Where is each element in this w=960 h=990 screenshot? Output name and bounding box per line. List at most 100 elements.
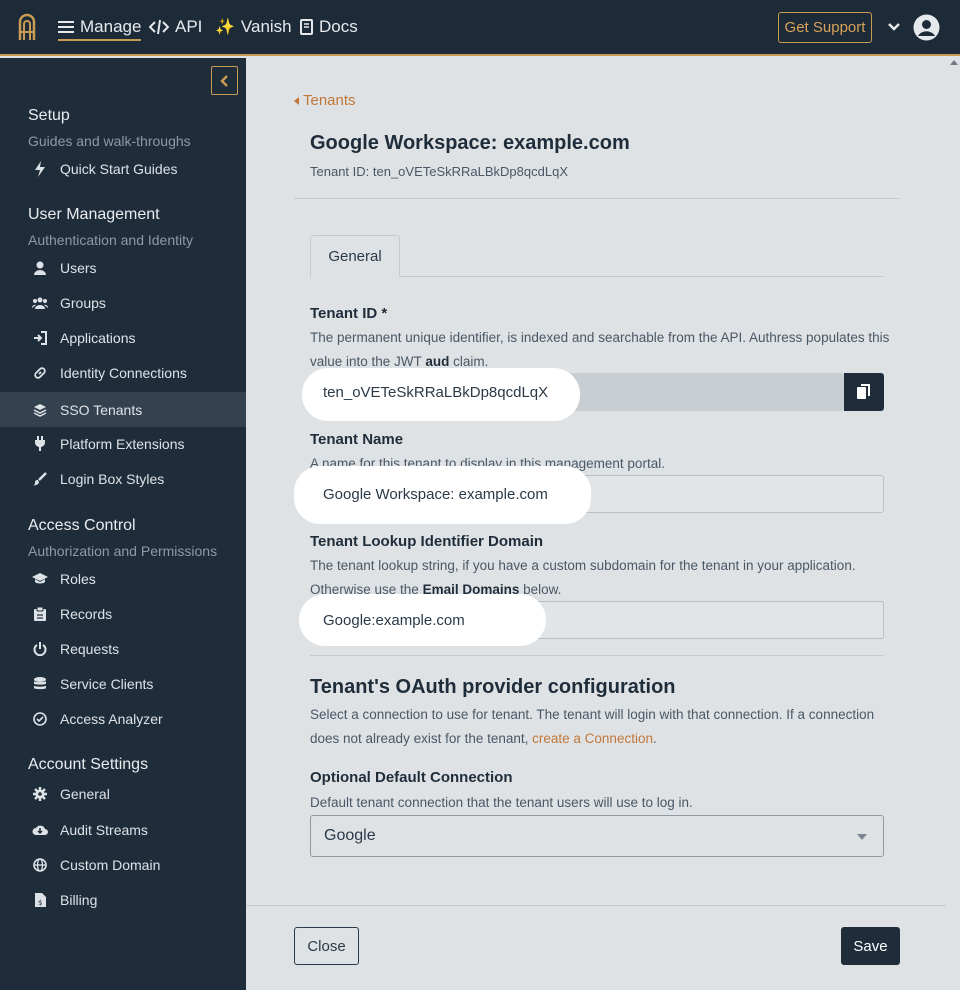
power-icon bbox=[32, 641, 48, 657]
sidebar-item-billing[interactable]: $ Billing bbox=[0, 882, 246, 917]
nav-vanish-label: Vanish bbox=[240, 17, 292, 36]
sidebar-item-label: Requests bbox=[60, 640, 120, 657]
sidebar-item-quick-start-guides[interactable]: Quick Start Guides bbox=[0, 151, 246, 186]
sidebar-item-requests[interactable]: Requests bbox=[0, 631, 246, 666]
sidebar-item-label: Users bbox=[60, 259, 97, 276]
graduation-cap-icon bbox=[32, 571, 48, 587]
sidebar-item-applications[interactable]: Applications bbox=[0, 320, 246, 355]
layers-icon bbox=[32, 402, 48, 418]
back-to-tenants-link[interactable]: Tenants bbox=[294, 92, 356, 109]
sidebar-item-general[interactable]: General bbox=[0, 776, 246, 811]
tenant-id-description: The permanent unique identifier, is inde… bbox=[310, 330, 890, 369]
chevron-left-icon bbox=[219, 74, 228, 87]
section-subtitle-user-management: Authentication and Identity bbox=[28, 232, 194, 248]
sidebar-item-label: SSO Tenants bbox=[60, 401, 143, 418]
user-icon bbox=[32, 260, 48, 276]
plug-icon bbox=[32, 436, 48, 452]
sidebar-item-label: Records bbox=[60, 605, 113, 622]
page-title: Google Workspace: example.com bbox=[310, 132, 630, 154]
sidebar-item-groups[interactable]: Groups bbox=[0, 285, 246, 320]
header-divider bbox=[294, 198, 900, 199]
authress-logo-icon[interactable] bbox=[16, 13, 38, 41]
nav-docs[interactable]: Docs bbox=[300, 15, 358, 39]
save-button[interactable]: Save bbox=[841, 927, 900, 965]
nav-manage-label: Manage bbox=[80, 17, 142, 36]
section-title-setup: Setup bbox=[28, 107, 70, 124]
sidebar-item-roles[interactable]: Roles bbox=[0, 561, 246, 596]
gear-icon bbox=[32, 786, 48, 802]
default-connection-description: Default tenant connection that the tenan… bbox=[310, 795, 693, 810]
page-subtitle: Tenant ID: ten_oVETeSkRRaLBkDp8qcdLqX bbox=[310, 164, 568, 179]
check-circle-icon bbox=[32, 711, 48, 727]
sidebar-item-label: Identity Connections bbox=[60, 364, 187, 381]
nav-manage[interactable]: Manage bbox=[58, 15, 142, 41]
sidebar-item-records[interactable]: Records bbox=[0, 596, 246, 631]
book-icon bbox=[300, 19, 313, 35]
sidebar-item-label: Groups bbox=[60, 294, 106, 311]
oauth-config-heading: Tenant's OAuth provider configuration bbox=[310, 676, 676, 698]
caret-left-icon bbox=[294, 96, 299, 105]
sidebar-item-login-box-styles[interactable]: Login Box Styles bbox=[0, 461, 246, 496]
cloud-download-icon bbox=[32, 822, 48, 838]
oauth-config-description: Select a connection to use for tenant. T… bbox=[310, 707, 875, 746]
section-divider bbox=[310, 655, 884, 656]
tab-general[interactable]: General bbox=[310, 235, 400, 277]
section-title-account-settings: Account Settings bbox=[28, 756, 149, 773]
main-content: Tenants Google Workspace: example.com Te… bbox=[246, 58, 960, 990]
bolt-icon bbox=[32, 160, 48, 177]
tenant-id-label: Tenant ID * bbox=[310, 305, 388, 322]
tabs-divider bbox=[400, 276, 884, 277]
chevron-down-icon[interactable] bbox=[887, 20, 901, 34]
user-avatar-icon[interactable] bbox=[913, 14, 940, 41]
default-connection-select[interactable]: Google bbox=[310, 815, 884, 857]
link-icon bbox=[32, 365, 48, 381]
default-connection-label: Optional Default Connection bbox=[310, 769, 513, 786]
sidebar-item-access-analyzer[interactable]: Access Analyzer bbox=[0, 701, 246, 736]
sidebar-item-platform-extensions[interactable]: Platform Extensions bbox=[0, 426, 246, 461]
users-icon bbox=[32, 295, 48, 311]
sign-in-icon bbox=[32, 330, 48, 346]
caret-down-icon bbox=[857, 834, 867, 840]
get-support-button[interactable]: Get Support bbox=[778, 12, 872, 43]
nav-api-label: API bbox=[175, 17, 203, 36]
sidebar-item-service-clients[interactable]: Service Clients bbox=[0, 666, 246, 701]
back-link-label: Tenants bbox=[303, 92, 356, 109]
sidebar-item-custom-domain[interactable]: Custom Domain bbox=[0, 847, 246, 882]
sidebar-item-sso-tenants[interactable]: SSO Tenants bbox=[0, 392, 246, 427]
sidebar-item-label: Quick Start Guides bbox=[60, 160, 178, 177]
database-icon bbox=[32, 676, 48, 692]
sidebar-item-label: Platform Extensions bbox=[60, 435, 185, 452]
scrollbar-up-arrow[interactable] bbox=[950, 60, 958, 65]
tenant-name-label: Tenant Name bbox=[310, 431, 404, 448]
lookup-domain-value: Google:example.com bbox=[323, 612, 465, 629]
create-connection-link[interactable]: create a Connection bbox=[532, 731, 653, 746]
sidebar-item-label: Roles bbox=[60, 570, 96, 587]
close-button[interactable]: Close bbox=[294, 927, 359, 965]
sidebar-item-label: Login Box Styles bbox=[60, 470, 165, 487]
copy-tenant-id-button[interactable] bbox=[844, 373, 884, 411]
default-connection-value: Google bbox=[324, 827, 376, 844]
nav-api[interactable]: API bbox=[149, 15, 202, 39]
copy-icon bbox=[857, 384, 870, 399]
sidebar-item-label: Applications bbox=[60, 329, 136, 346]
sidebar-item-audit-streams[interactable]: Audit Streams bbox=[0, 812, 246, 847]
sidebar-item-label: Custom Domain bbox=[60, 856, 161, 873]
globe-icon bbox=[32, 857, 48, 873]
section-subtitle-setup: Guides and walk-throughs bbox=[28, 133, 191, 149]
sidebar: Setup Guides and walk-throughs Quick Sta… bbox=[0, 58, 246, 990]
sidebar-item-label: Audit Streams bbox=[60, 821, 148, 838]
sidebar-item-label: Access Analyzer bbox=[60, 710, 163, 727]
brush-icon bbox=[32, 471, 48, 487]
collapse-sidebar-button[interactable] bbox=[211, 66, 238, 95]
sidebar-item-label: Billing bbox=[60, 891, 98, 908]
sidebar-item-identity-connections[interactable]: Identity Connections bbox=[0, 355, 246, 390]
sidebar-item-users[interactable]: Users bbox=[0, 250, 246, 285]
top-navbar: Manage API ✨ Vanish Docs Get Support bbox=[0, 0, 960, 56]
svg-text:$: $ bbox=[38, 899, 42, 907]
sidebar-item-label: General bbox=[60, 785, 110, 802]
hamburger-icon bbox=[58, 20, 74, 34]
sparkles-icon: ✨ bbox=[215, 19, 235, 36]
nav-vanish[interactable]: ✨ Vanish bbox=[215, 15, 292, 39]
section-subtitle-access-control: Authorization and Permissions bbox=[28, 543, 218, 559]
code-icon bbox=[149, 19, 169, 35]
